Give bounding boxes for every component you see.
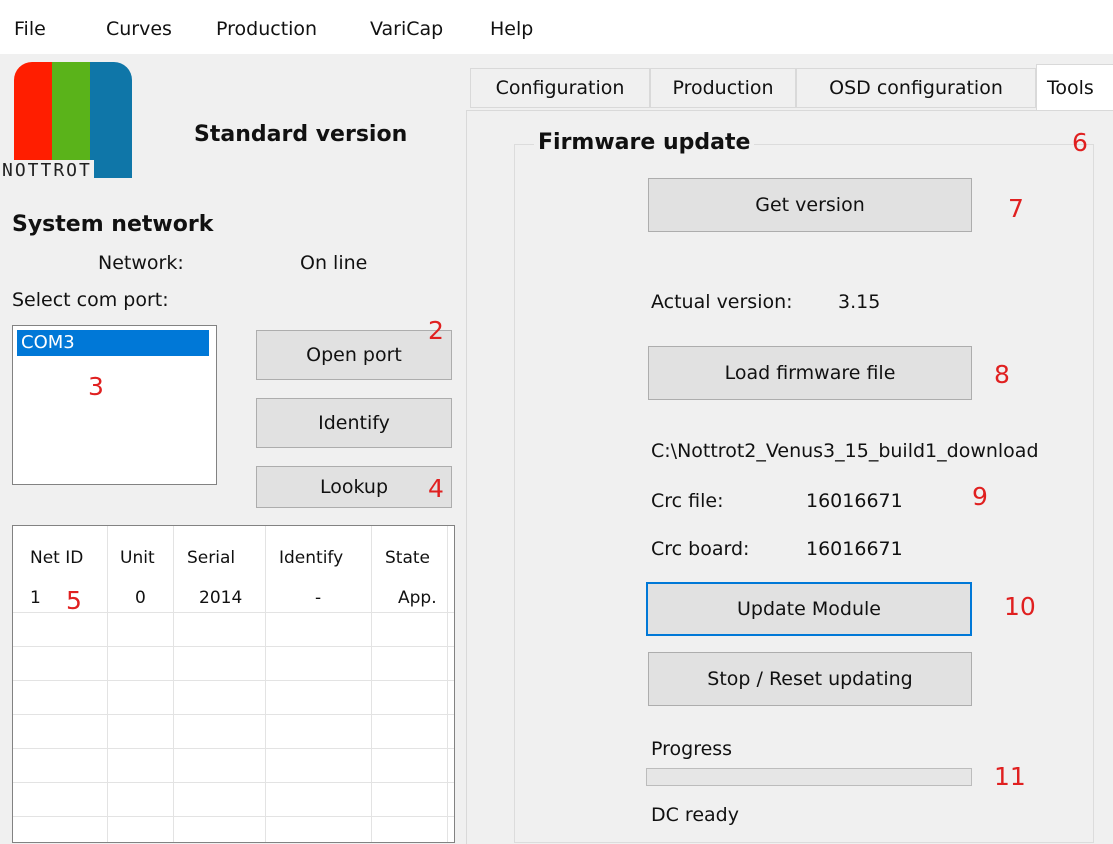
status-text: DC ready	[651, 804, 739, 826]
network-status: On line	[300, 252, 368, 274]
annotation-10: 10	[1004, 592, 1036, 621]
annotation-7: 7	[1008, 194, 1024, 223]
system-network-title: System network	[12, 212, 214, 237]
menu-file[interactable]: File	[14, 18, 46, 40]
list-item-com3[interactable]: COM3	[17, 330, 209, 356]
lookup-button[interactable]: Lookup	[256, 466, 452, 508]
annotation-11: 11	[994, 762, 1026, 791]
menu-bar: File Curves Production VariCap Help	[0, 0, 1113, 54]
cell-net-id: 1	[30, 588, 41, 608]
annotation-3: 3	[88, 372, 104, 401]
annotation-5: 5	[66, 586, 82, 615]
identify-button[interactable]: Identify	[256, 398, 452, 448]
tab-tools[interactable]: Tools	[1036, 64, 1113, 110]
annotation-9: 9	[972, 482, 988, 511]
tab-configuration[interactable]: Configuration	[470, 68, 650, 108]
annotation-8: 8	[994, 360, 1010, 389]
version-label: Standard version	[194, 122, 408, 147]
nottrot-logo: NOTTROT	[0, 62, 136, 186]
load-firmware-button[interactable]: Load firmware file	[648, 346, 972, 400]
cell-unit: 0	[135, 588, 146, 608]
firmware-file-path: C:\Nottrot2_Venus3_15_build1_download	[651, 440, 1039, 462]
column-header-state[interactable]: State	[385, 548, 430, 568]
progress-bar	[646, 768, 972, 786]
network-label: Network:	[98, 252, 184, 274]
cell-serial: 2014	[199, 588, 243, 608]
annotation-2: 2	[428, 316, 444, 345]
menu-varicap[interactable]: VariCap	[370, 18, 443, 40]
tab-production[interactable]: Production	[650, 68, 796, 108]
actual-version-value: 3.15	[838, 291, 881, 313]
select-com-port-label: Select com port:	[12, 289, 169, 311]
column-header-serial[interactable]: Serial	[187, 548, 235, 568]
com-port-listbox[interactable]: COM3	[12, 325, 217, 485]
actual-version-label: Actual version:	[651, 291, 793, 313]
menu-production[interactable]: Production	[216, 18, 317, 40]
annotation-6: 6	[1072, 128, 1088, 157]
open-port-button[interactable]: Open port	[256, 330, 452, 380]
firmware-update-title: Firmware update	[534, 130, 755, 155]
firmware-update-group	[514, 144, 1094, 843]
get-version-button[interactable]: Get version	[648, 178, 972, 232]
logo-text: NOTTROT	[0, 160, 94, 181]
menu-help[interactable]: Help	[490, 18, 533, 40]
stop-reset-updating-button[interactable]: Stop / Reset updating	[648, 652, 972, 706]
crc-board-label: Crc board:	[651, 538, 750, 560]
cell-identify: -	[315, 588, 322, 608]
cell-state: App.	[398, 588, 437, 608]
tab-osd-configuration[interactable]: OSD configuration	[796, 68, 1036, 108]
net-table[interactable]: Net ID Unit Serial Identify State 1 0 20…	[12, 525, 455, 843]
update-module-button[interactable]: Update Module	[646, 582, 972, 636]
column-header-unit[interactable]: Unit	[120, 548, 155, 568]
crc-board-value: 16016671	[806, 538, 903, 560]
crc-file-label: Crc file:	[651, 490, 724, 512]
menu-curves[interactable]: Curves	[106, 18, 172, 40]
crc-file-value: 16016671	[806, 490, 903, 512]
column-header-identify[interactable]: Identify	[279, 548, 343, 568]
annotation-4: 4	[428, 474, 444, 503]
progress-label: Progress	[651, 738, 733, 760]
column-header-net-id[interactable]: Net ID	[30, 548, 83, 568]
